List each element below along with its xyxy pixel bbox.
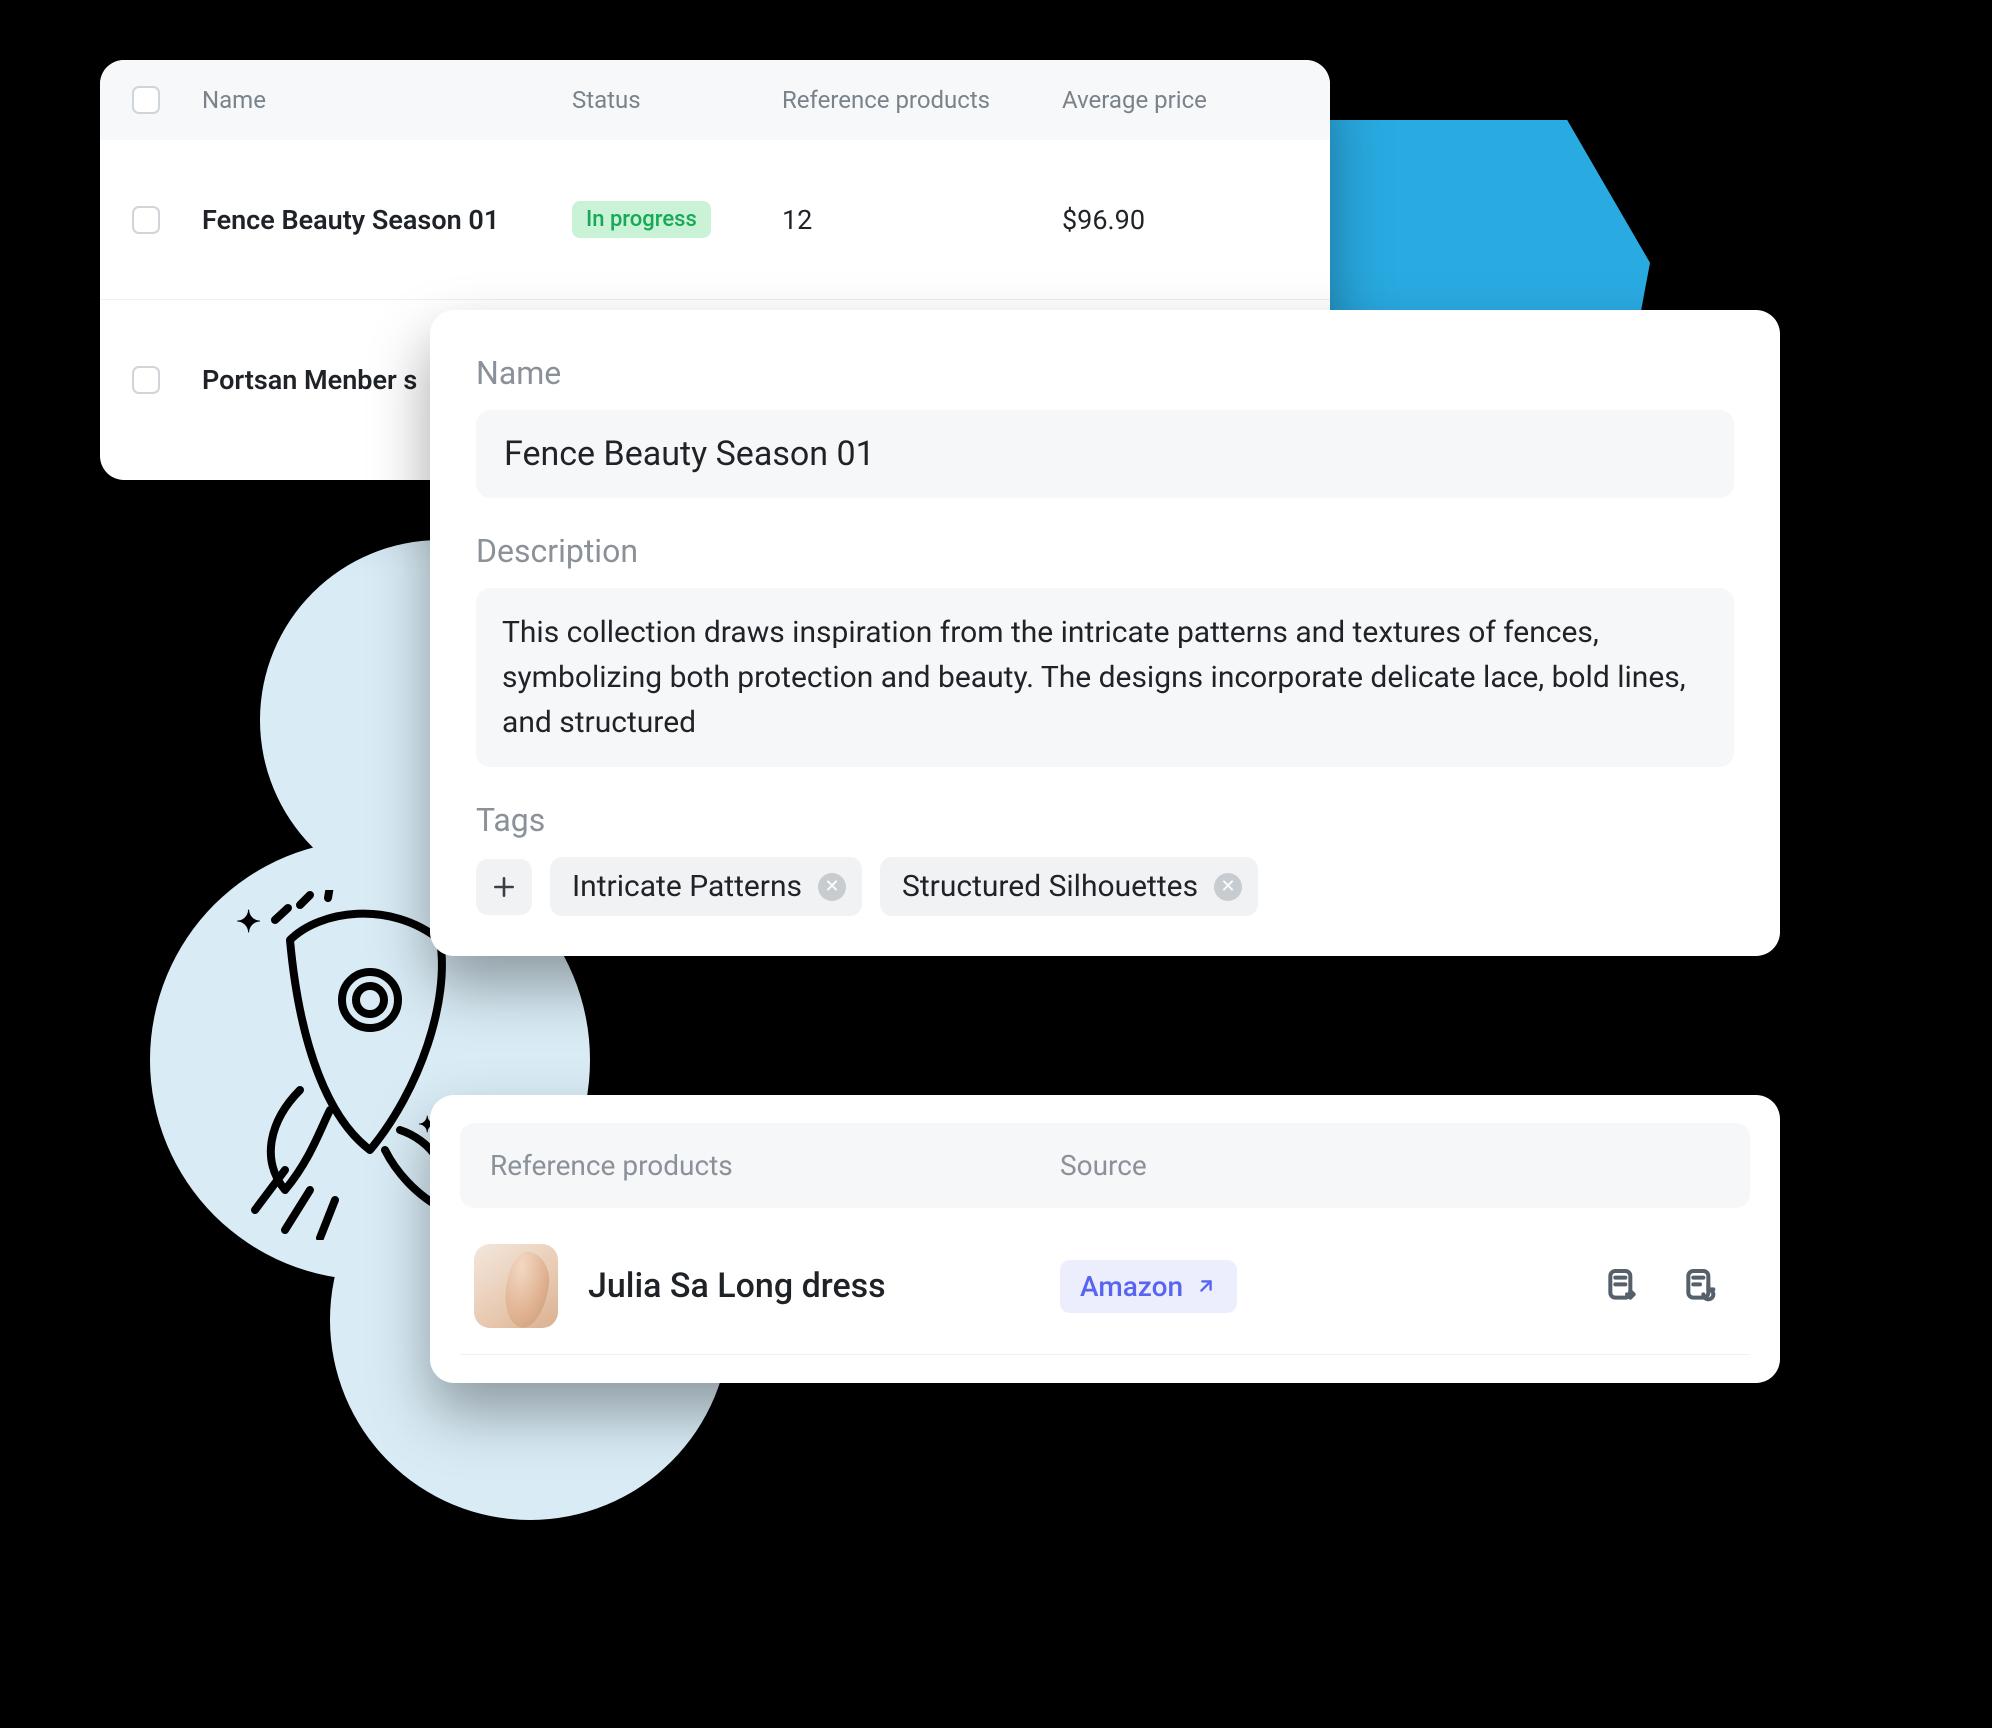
collection-detail-card: Name Fence Beauty Season 01 Description … [430, 310, 1780, 956]
description-input[interactable]: This collection draws inspiration from t… [476, 588, 1734, 767]
select-all-checkbox[interactable] [132, 86, 160, 114]
row-checkbox[interactable] [132, 366, 160, 394]
product-thumbnail [474, 1244, 558, 1328]
row-name: Fence Beauty Season 01 [202, 204, 572, 236]
tag-chip[interactable]: Structured Silhouettes ✕ [880, 857, 1258, 916]
description-label: Description [476, 532, 1734, 570]
col-reference-products: Reference products [782, 86, 1062, 114]
plus-icon [491, 874, 517, 900]
tag-label: Intricate Patterns [572, 869, 802, 904]
product-name: Julia Sa Long dress [588, 1266, 886, 1306]
product-row[interactable]: Julia Sa Long dress Amazon [460, 1234, 1750, 1355]
source-link[interactable]: Amazon [1060, 1260, 1237, 1313]
remove-tag-button[interactable]: ✕ [818, 873, 846, 901]
external-link-icon [1195, 1275, 1217, 1297]
remove-tag-button[interactable]: ✕ [1214, 873, 1242, 901]
products-header-row: Reference products Source [460, 1123, 1750, 1208]
row-average-price: $96.90 [1062, 204, 1298, 236]
col-name: Name [202, 86, 572, 114]
name-label: Name [476, 354, 1734, 392]
name-input[interactable]: Fence Beauty Season 01 [476, 410, 1734, 498]
table-header-row: Name Status Reference products Average p… [100, 60, 1330, 140]
status-badge: In progress [572, 201, 711, 238]
col-source: Source [1060, 1149, 1500, 1182]
reference-products-card: Reference products Source Julia Sa Long … [430, 1095, 1780, 1383]
row-reference-products: 12 [782, 204, 1062, 236]
col-average-price: Average price [1062, 86, 1298, 114]
col-reference-products: Reference products [490, 1149, 1060, 1182]
row-checkbox[interactable] [132, 206, 160, 234]
add-tag-button[interactable] [476, 859, 532, 915]
table-row[interactable]: Fence Beauty Season 01 In progress 12 $9… [100, 140, 1330, 300]
refresh-document-icon[interactable] [1680, 1266, 1720, 1306]
tag-chip[interactable]: Intricate Patterns ✕ [550, 857, 862, 916]
tags-label: Tags [476, 801, 1734, 839]
source-label: Amazon [1080, 1270, 1183, 1303]
tags-row: Intricate Patterns ✕ Structured Silhouet… [476, 857, 1734, 916]
export-icon[interactable] [1602, 1266, 1642, 1306]
tag-label: Structured Silhouettes [902, 869, 1198, 904]
col-status: Status [572, 86, 782, 114]
